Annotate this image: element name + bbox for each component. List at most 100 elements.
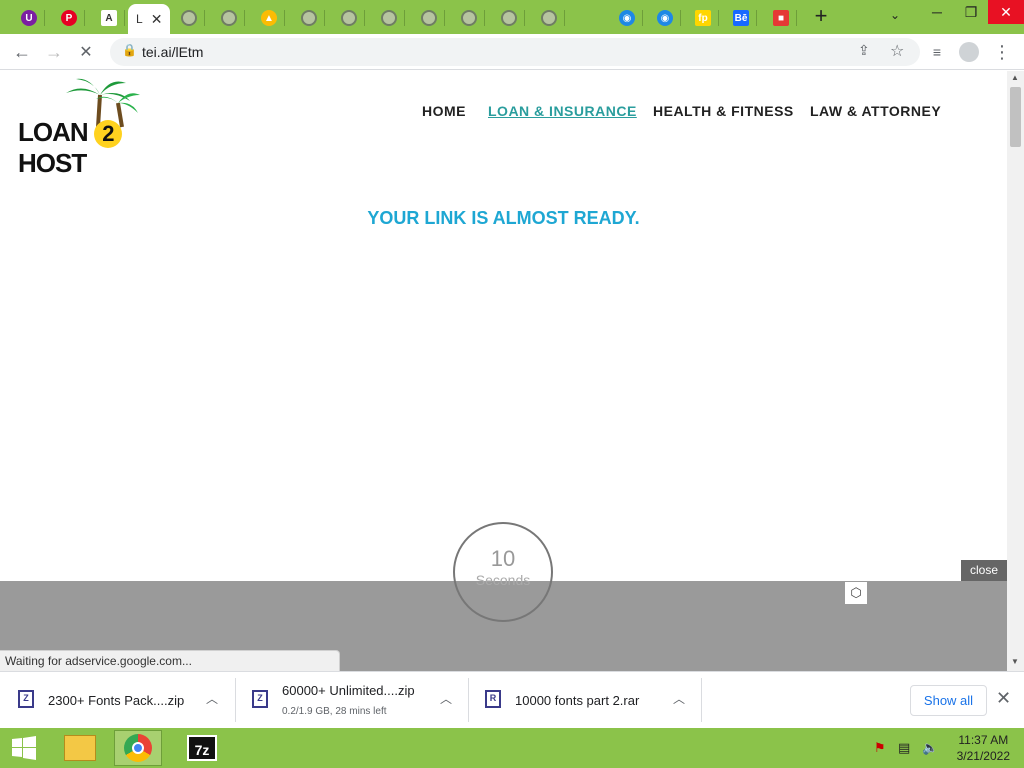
clock[interactable]: 11:37 AM 3/21/2022 xyxy=(957,732,1010,764)
restore-button[interactable]: ❐ xyxy=(954,0,988,24)
page-scrollbar[interactable]: ▲ ▼ xyxy=(1007,71,1024,671)
ublock-tab[interactable]: U xyxy=(14,4,45,32)
globe-tab-8[interactable] xyxy=(494,4,525,32)
file-explorer-icon[interactable] xyxy=(56,730,104,766)
scroll-down-arrow[interactable]: ▼ xyxy=(1011,657,1019,666)
web-page: LOAN 2 HOST HOME LOAN & INSURANCE HEALTH… xyxy=(0,71,1007,671)
tab-separator xyxy=(718,10,719,26)
colorful-tab-favicon-icon: ■ xyxy=(773,10,789,26)
stop-loading-icon[interactable]: ✕ xyxy=(74,40,98,64)
tab-separator xyxy=(404,10,405,26)
page-heading: YOUR LINK IS ALMOST READY. xyxy=(367,208,640,228)
tab-separator xyxy=(564,10,565,26)
active-tab[interactable]: L ✕ xyxy=(128,4,170,34)
tab-separator xyxy=(84,10,85,26)
globe-tab-4[interactable] xyxy=(334,4,365,32)
globe-tab-8-favicon-icon xyxy=(501,10,517,26)
nav-law-attorney[interactable]: LAW & ATTORNEY xyxy=(810,103,941,119)
cloud-tab-2[interactable]: ◉ xyxy=(650,4,681,32)
download-filename: 10000 fonts part 2.rar xyxy=(515,693,640,708)
download-item[interactable]: Z 60000+ Unlimited....zip 0.2/1.9 GB, 28… xyxy=(236,678,469,722)
globe-tab-2-favicon-icon xyxy=(221,10,237,26)
globe-tab-9-favicon-icon xyxy=(541,10,557,26)
bookmark-star-icon[interactable]: ☆ xyxy=(890,41,904,61)
active-tab-title: L xyxy=(136,12,143,26)
globe-tab-6[interactable] xyxy=(414,4,445,32)
globe-tab-1[interactable] xyxy=(174,4,205,32)
address-bar[interactable]: 🔒 tei.ai/lEtm ⇪ ☆ xyxy=(110,38,920,66)
chrome-icon[interactable] xyxy=(114,730,162,766)
tab-separator xyxy=(796,10,797,26)
tab-separator xyxy=(524,10,525,26)
menu-kebab-icon[interactable]: ⋮ xyxy=(990,40,1014,64)
nav-health-fitness[interactable]: HEALTH & FITNESS xyxy=(653,103,794,119)
rar-file-icon: R xyxy=(485,690,501,708)
tray-volume-icon[interactable]: 🔈 xyxy=(922,740,938,756)
cloud-tab-2-favicon-icon: ◉ xyxy=(657,10,673,26)
globe-tab-6-favicon-icon xyxy=(421,10,437,26)
show-all-button[interactable]: Show all xyxy=(910,685,987,716)
logo-text-left: LOAN xyxy=(18,117,89,147)
globe-tab-2[interactable] xyxy=(214,4,245,32)
fp-tab-favicon-icon: fp xyxy=(695,10,711,26)
site-logo[interactable]: LOAN 2 HOST xyxy=(18,77,190,178)
nav-loan-insurance[interactable]: LOAN & INSURANCE xyxy=(488,103,637,119)
close-shelf-icon[interactable]: ✕ xyxy=(996,688,1011,709)
ad-close-button[interactable]: close xyxy=(961,560,1007,581)
globe-tab-3[interactable] xyxy=(294,4,325,32)
tab-search-icon[interactable]: ⌄ xyxy=(890,8,900,22)
7zip-icon[interactable]: 7z xyxy=(178,730,226,766)
back-button[interactable]: ← xyxy=(10,40,34,64)
behance-tab-favicon-icon: Bē xyxy=(733,10,749,26)
tab-separator xyxy=(284,10,285,26)
start-button[interactable] xyxy=(0,730,48,766)
new-tab-button[interactable]: + xyxy=(808,5,834,29)
download-filename: 60000+ Unlimited....zip xyxy=(282,683,415,698)
ublock-tab-favicon-icon: U xyxy=(21,10,37,26)
ad-choices-icon[interactable]: ⬡ xyxy=(845,582,867,604)
countdown-number: 10 xyxy=(490,546,516,571)
chevron-up-icon[interactable]: ︿ xyxy=(673,690,685,707)
chevron-up-icon[interactable]: ︿ xyxy=(206,690,218,707)
colorful-tab[interactable]: ■ xyxy=(766,4,797,32)
browser-toolbar: ← → ✕ 🔒 tei.ai/lEtm ⇪ ☆ ≡ ⋮ xyxy=(0,34,1024,70)
download-item[interactable]: Z 2300+ Fonts Pack....zip ︿ xyxy=(0,678,236,722)
tray-flag-icon[interactable]: ⚑ xyxy=(874,740,886,756)
zip-file-icon: Z xyxy=(18,690,34,708)
download-item[interactable]: R 10000 fonts part 2.rar ︿ xyxy=(469,678,702,722)
drive-tab[interactable]: ▲ xyxy=(254,4,285,32)
countdown-timer: 10 Seconds xyxy=(453,522,553,622)
tray-network-icon[interactable]: ▤ xyxy=(898,740,910,756)
globe-tab-7[interactable] xyxy=(454,4,485,32)
tab-separator xyxy=(642,10,643,26)
scroll-thumb[interactable] xyxy=(1010,87,1021,147)
scroll-up-arrow[interactable]: ▲ xyxy=(1011,73,1019,82)
pinterest-tab-favicon-icon: P xyxy=(61,10,77,26)
globe-tab-7-favicon-icon xyxy=(461,10,477,26)
fp-tab[interactable]: fp xyxy=(688,4,719,32)
globe-tab-3-favicon-icon xyxy=(301,10,317,26)
windows-taskbar: 7z ⚑ ▤ 🔈 11:37 AM 3/21/2022 xyxy=(0,728,1024,768)
tab-separator xyxy=(364,10,365,26)
nav-home[interactable]: HOME xyxy=(422,103,466,119)
cloud-tab-1-favicon-icon: ◉ xyxy=(619,10,635,26)
pinterest-tab[interactable]: P xyxy=(54,4,85,32)
minimize-button[interactable]: ─ xyxy=(920,0,954,24)
chevron-up-icon[interactable]: ︿ xyxy=(440,690,452,707)
download-shelf: Z 2300+ Fonts Pack....zip ︿ Z 60000+ Unl… xyxy=(0,671,1024,728)
tab-close-icon[interactable]: ✕ xyxy=(151,11,163,28)
audio-tab[interactable]: A xyxy=(94,4,125,32)
profile-avatar[interactable] xyxy=(957,40,981,64)
countdown-label: Seconds xyxy=(475,572,531,588)
close-window-button[interactable]: ✕ xyxy=(988,0,1024,24)
share-icon[interactable]: ⇪ xyxy=(858,42,870,59)
globe-tab-9[interactable] xyxy=(534,4,565,32)
download-filename: 2300+ Fonts Pack....zip xyxy=(48,693,185,708)
forward-button[interactable]: → xyxy=(42,40,66,64)
tab-separator xyxy=(124,10,125,26)
globe-tab-5[interactable] xyxy=(374,4,405,32)
behance-tab[interactable]: Bē xyxy=(726,4,757,32)
cloud-tab-1[interactable]: ◉ xyxy=(612,4,643,32)
reading-list-icon[interactable]: ≡ xyxy=(925,40,949,64)
download-progress-text: 0.2/1.9 GB, 28 mins left xyxy=(282,706,387,717)
